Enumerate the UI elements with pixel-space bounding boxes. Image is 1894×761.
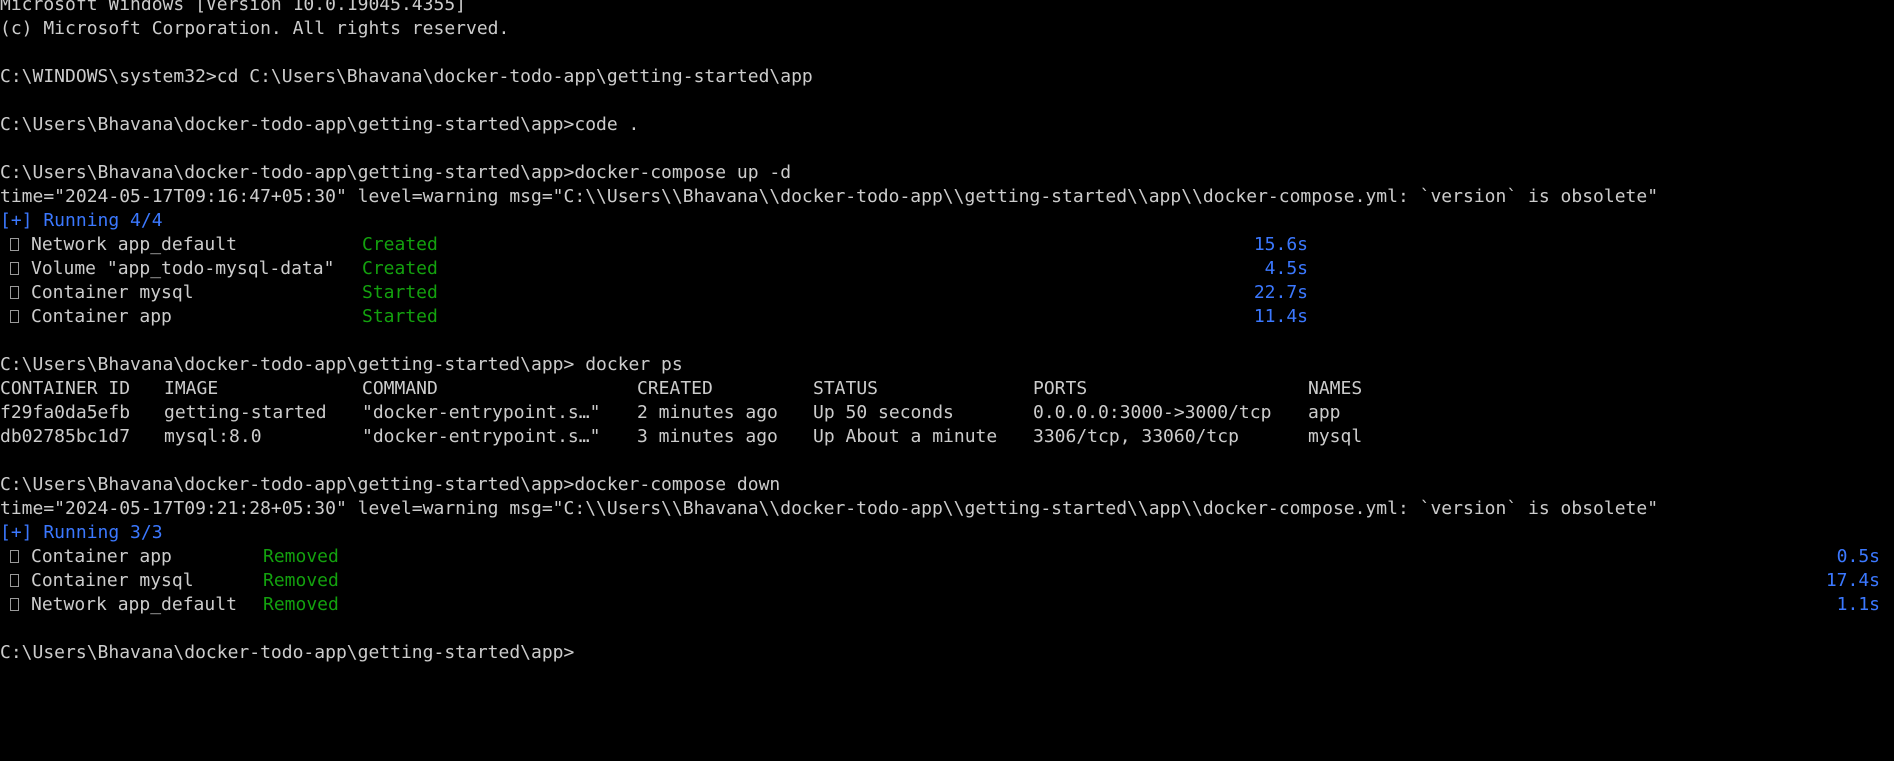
- command-prompt-input[interactable]: C:\Users\Bhavana\docker-todo-app\getting…: [0, 641, 1894, 665]
- compose-up-item: Volume "app_todo-mysql-data" Created 4.5…: [0, 257, 1894, 281]
- ps-cell-image: mysql:8.0: [164, 426, 262, 447]
- ps-cell-ports: 3306/tcp, 33060/tcp: [1033, 426, 1239, 447]
- compose-up-running: [+] Running 4/4: [0, 210, 163, 231]
- ps-header-created: CREATED: [637, 378, 713, 399]
- compose-up-item-time: 22.7s: [1253, 282, 1308, 303]
- ps-cell-ports: 0.0.0.0:3000->3000/tcp: [1033, 402, 1272, 423]
- command-cd: C:\WINDOWS\system32>cd C:\Users\Bhavana\…: [0, 66, 813, 87]
- ps-cell-created: 3 minutes ago: [637, 426, 778, 447]
- banner-copyright: (c) Microsoft Corporation. All rights re…: [0, 18, 510, 39]
- ps-cell-status: Up About a minute: [813, 426, 998, 447]
- unknown-glyph-box-icon: [10, 238, 19, 251]
- table-row: f29fa0da5efb getting-started "docker-ent…: [0, 401, 1894, 425]
- compose-down-item-time: 1.1s: [1836, 594, 1880, 615]
- terminal-window[interactable]: Microsoft Windows [Version 10.0.19045.43…: [0, 0, 1894, 761]
- compose-up-item: Container app Started 11.4s: [0, 305, 1894, 329]
- compose-down-item-name: Network app_default: [31, 594, 237, 615]
- unknown-glyph-box-icon: [10, 598, 19, 611]
- table-row: db02785bc1d7 mysql:8.0 "docker-entrypoin…: [0, 425, 1894, 449]
- ps-cell-created: 2 minutes ago: [637, 402, 778, 423]
- unknown-glyph-box-icon: [10, 310, 19, 323]
- compose-down-item-status: Removed: [263, 594, 339, 615]
- compose-up-warning: time="2024-05-17T09:16:47+05:30" level=w…: [0, 186, 1659, 207]
- compose-up-item-name: Network app_default: [31, 234, 237, 255]
- compose-down-item: Container mysql Removed 17.4s: [0, 569, 1894, 593]
- unknown-glyph-box-icon: [10, 262, 19, 275]
- compose-up-item-time: 4.5s: [1264, 258, 1308, 279]
- ps-cell-command: "docker-entrypoint.s…": [362, 402, 601, 423]
- compose-up-item-time: 11.4s: [1253, 306, 1308, 327]
- ps-header-ports: PORTS: [1033, 378, 1088, 399]
- compose-up-item-time: 15.6s: [1253, 234, 1308, 255]
- compose-down-item: Container app Removed 0.5s: [0, 545, 1894, 569]
- command-code: C:\Users\Bhavana\docker-todo-app\getting…: [0, 114, 640, 135]
- ps-cell-container-id: f29fa0da5efb: [0, 402, 131, 423]
- compose-up-item: Container mysql Started 22.7s: [0, 281, 1894, 305]
- compose-down-item-time: 0.5s: [1836, 546, 1880, 567]
- compose-down-item-name: Container app: [31, 546, 172, 567]
- compose-up-item-name: Container mysql: [31, 282, 194, 303]
- compose-down-warning: time="2024-05-17T09:21:28+05:30" level=w…: [0, 498, 1659, 519]
- compose-up-item-status: Created: [362, 234, 438, 255]
- command-compose-down: C:\Users\Bhavana\docker-todo-app\getting…: [0, 474, 781, 495]
- ps-cell-names: app: [1308, 402, 1341, 423]
- compose-down-item: Network app_default Removed 1.1s: [0, 593, 1894, 617]
- compose-up-item-status: Created: [362, 258, 438, 279]
- ps-cell-names: mysql: [1308, 426, 1363, 447]
- compose-down-running: [+] Running 3/3: [0, 522, 163, 543]
- compose-up-item-name: Container app: [31, 306, 172, 327]
- compose-up-item-status: Started: [362, 282, 438, 303]
- banner-version: Microsoft Windows [Version 10.0.19045.43…: [0, 0, 466, 15]
- ps-cell-container-id: db02785bc1d7: [0, 426, 131, 447]
- ps-cell-command: "docker-entrypoint.s…": [362, 426, 601, 447]
- ps-cell-status: Up 50 seconds: [813, 402, 954, 423]
- ps-header-container-id: CONTAINER ID: [0, 378, 131, 399]
- unknown-glyph-box-icon: [10, 574, 19, 587]
- ps-cell-image: getting-started: [164, 402, 327, 423]
- compose-up-item: Network app_default Created 15.6s: [0, 233, 1894, 257]
- compose-down-item-time: 17.4s: [1825, 570, 1880, 591]
- ps-header-image: IMAGE: [164, 378, 219, 399]
- ps-header-status: STATUS: [813, 378, 879, 399]
- ps-header-names: NAMES: [1308, 378, 1363, 399]
- compose-down-item-name: Container mysql: [31, 570, 194, 591]
- compose-up-item-status: Started: [362, 306, 438, 327]
- command-docker-ps: C:\Users\Bhavana\docker-todo-app\getting…: [0, 354, 683, 375]
- command-compose-up: C:\Users\Bhavana\docker-todo-app\getting…: [0, 162, 792, 183]
- unknown-glyph-box-icon: [10, 286, 19, 299]
- unknown-glyph-box-icon: [10, 550, 19, 563]
- compose-down-item-status: Removed: [263, 570, 339, 591]
- compose-up-item-name: Volume "app_todo-mysql-data": [31, 258, 335, 279]
- ps-header-command: COMMAND: [362, 378, 438, 399]
- ps-table-header: CONTAINER ID IMAGE COMMAND CREATED STATU…: [0, 377, 1894, 401]
- compose-down-item-status: Removed: [263, 546, 339, 567]
